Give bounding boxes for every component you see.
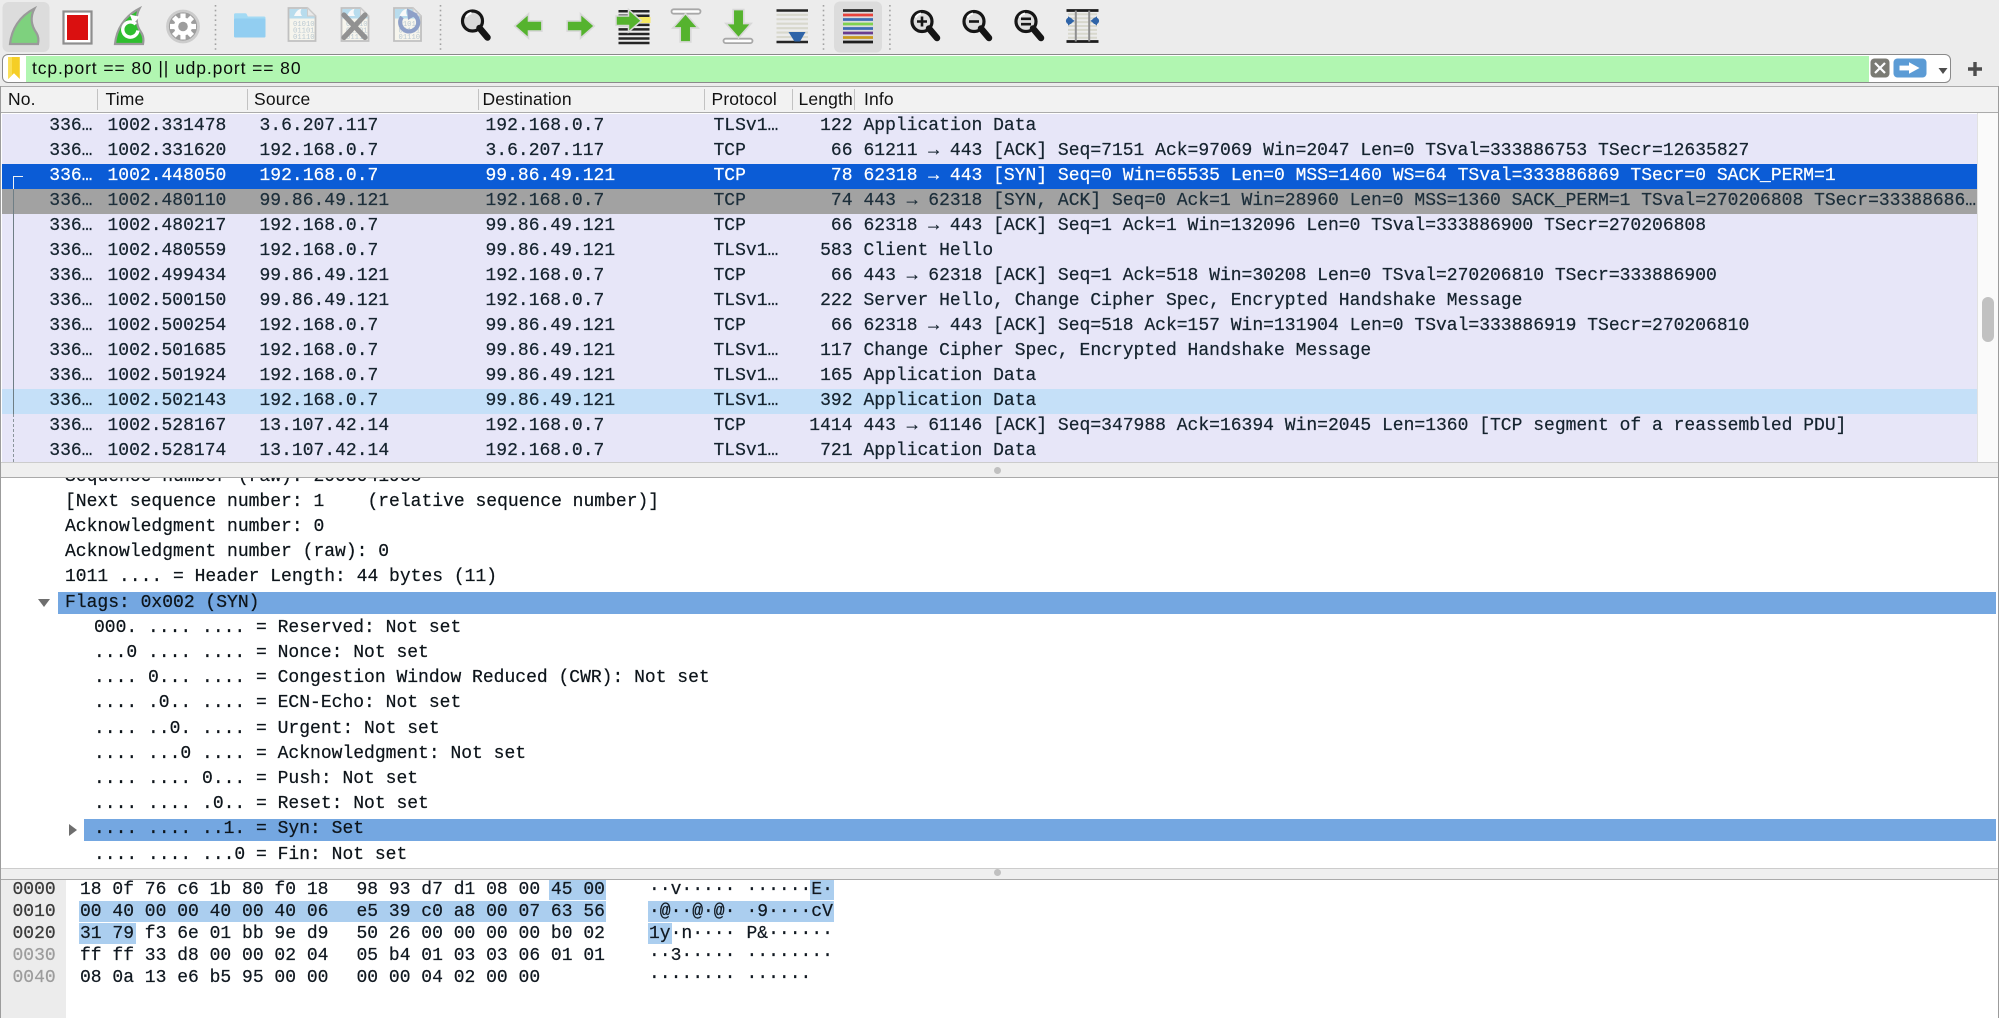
svg-text:01110: 01110 (399, 34, 421, 42)
svg-text:01110: 01110 (293, 34, 315, 42)
